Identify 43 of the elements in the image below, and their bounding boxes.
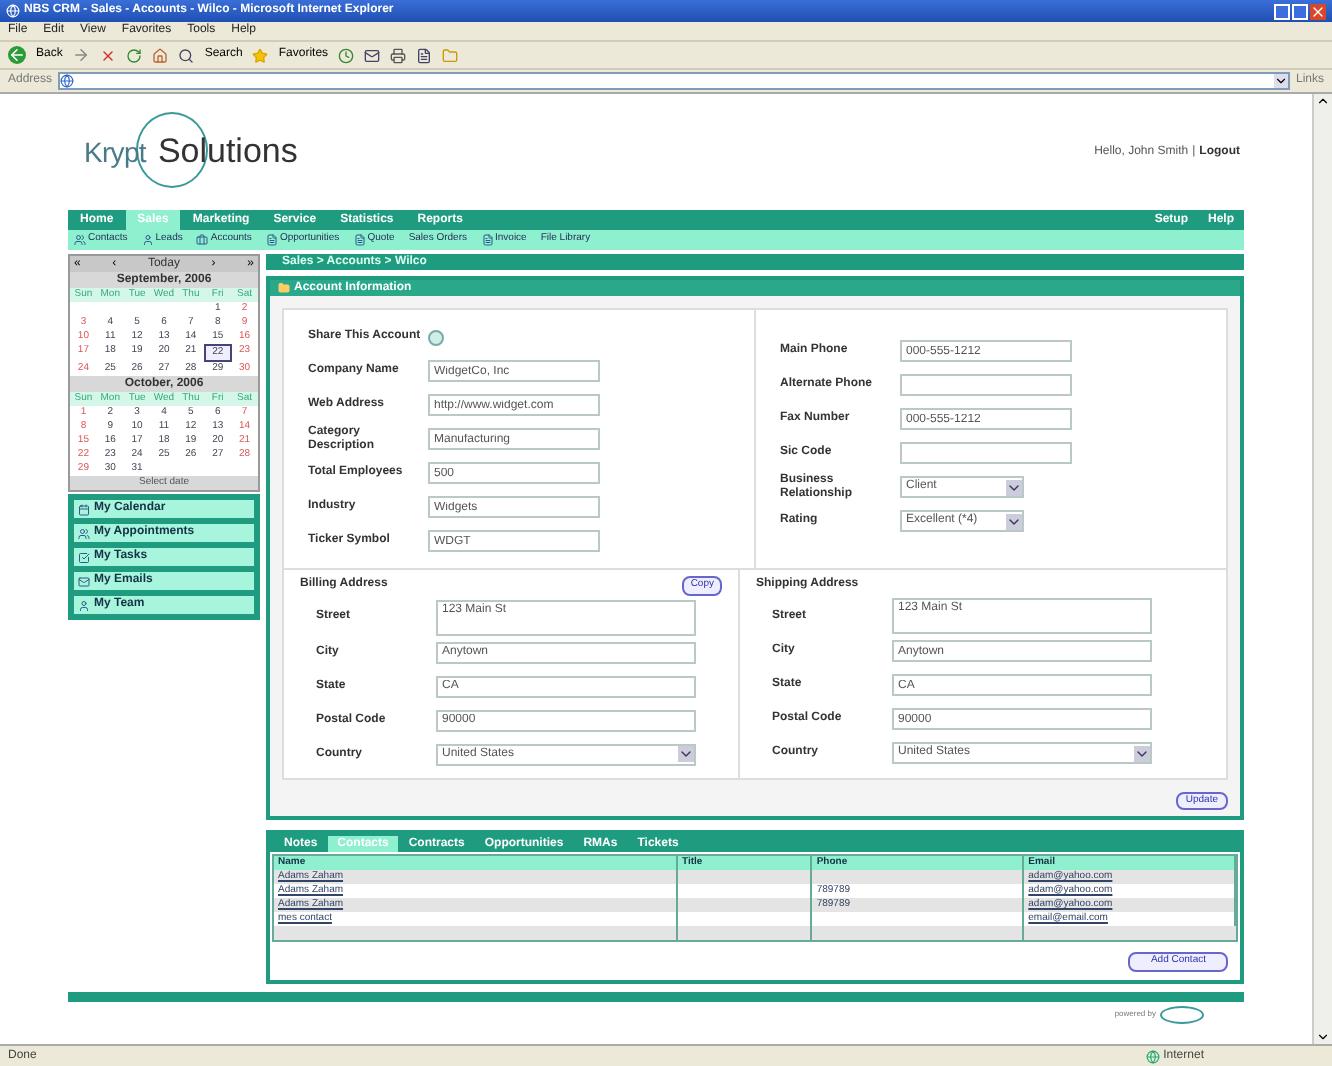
sidebar-link-icon [78,551,90,563]
history-icon[interactable] [338,47,355,63]
back-icon[interactable] [8,46,26,64]
subnav-icon [481,234,493,246]
print-icon[interactable] [390,47,407,63]
dropdown-arrow-icon [1006,513,1022,529]
dropdown-arrow-icon[interactable] [1273,74,1288,88]
mail-icon[interactable] [364,47,381,63]
edit-icon[interactable] [416,47,433,63]
subnav-icon [265,234,278,246]
scrollbar[interactable] [1312,94,1332,1044]
page-icon [60,74,75,88]
favorites-icon[interactable] [252,47,269,63]
browser-icon [6,4,20,18]
home-icon[interactable] [152,47,169,63]
subnav-icon [353,234,366,246]
search-icon[interactable] [178,47,195,63]
logo-swoosh-icon [1160,1005,1204,1023]
scroll-down-icon[interactable] [1316,1030,1330,1044]
subnav-icon [141,234,154,246]
folder-icon [278,282,290,294]
stop-icon[interactable] [100,47,117,63]
folder-icon[interactable] [442,47,459,63]
sidebar-link-icon [78,503,90,515]
scroll-up-icon[interactable] [1316,94,1330,108]
sidebar-link-icon [78,575,90,587]
dropdown-arrow-icon [1006,479,1022,495]
address-field[interactable] [58,72,1290,90]
refresh-icon[interactable] [126,47,143,63]
subnav-icon [74,234,86,246]
close-icon[interactable] [1310,3,1326,19]
subnav-icon [196,234,209,246]
input-field[interactable] [900,442,1072,464]
input-field[interactable] [900,374,1072,396]
minimize-icon[interactable] [1274,3,1290,19]
zone-icon [1145,1049,1160,1063]
sidebar-link-icon [78,527,90,539]
dropdown-arrow-icon [678,746,694,762]
checkbox[interactable] [428,329,444,345]
dropdown-arrow-icon [1134,745,1150,761]
maximize-icon[interactable] [1292,3,1308,19]
sidebar-link-icon [78,599,90,611]
forward-icon[interactable] [72,46,91,64]
